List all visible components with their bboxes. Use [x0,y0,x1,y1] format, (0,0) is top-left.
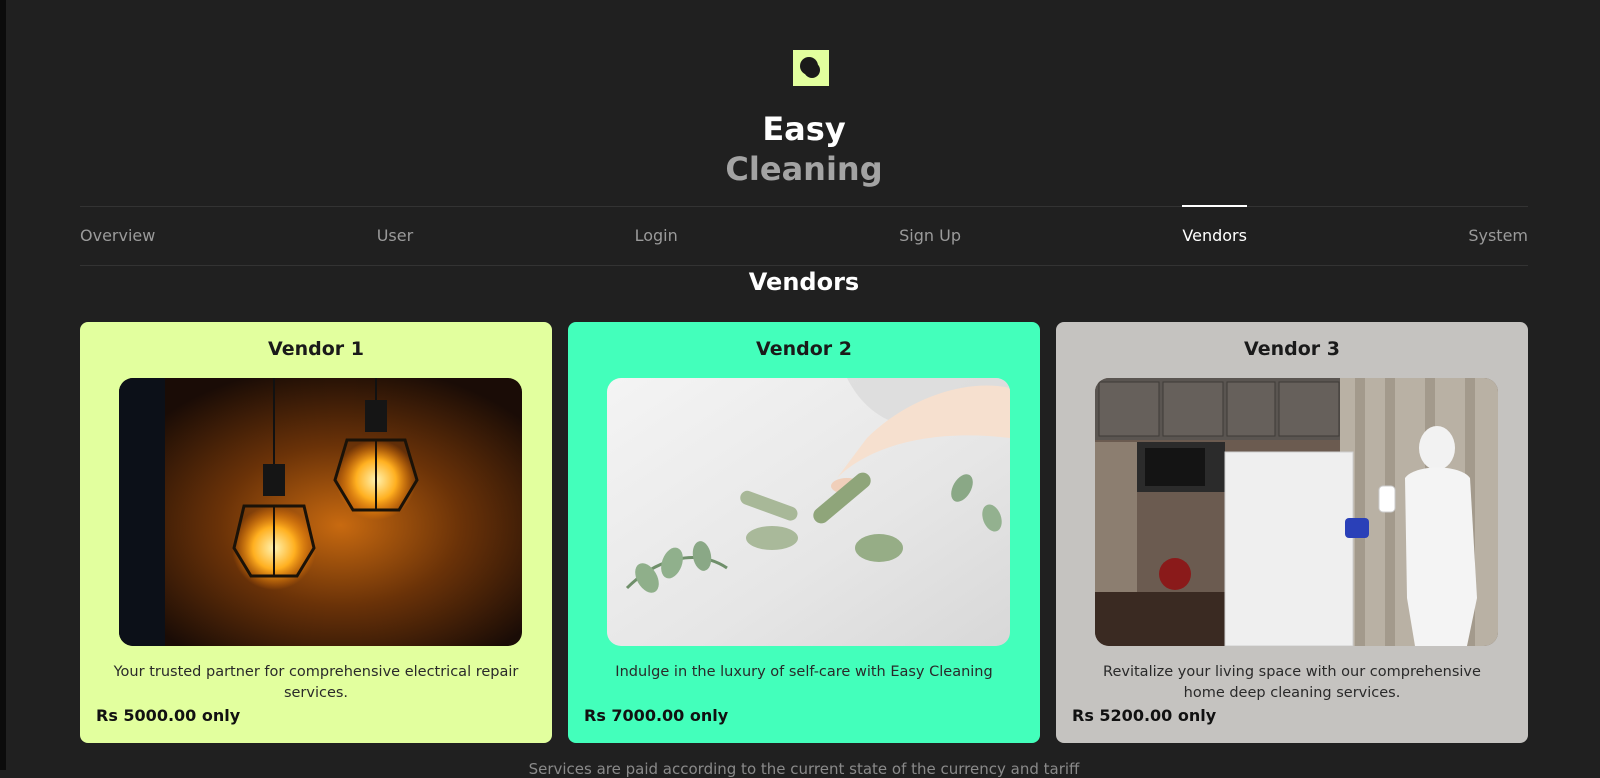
section-title: Vendors [748,268,860,296]
vendor-title: Vendor 3 [1244,338,1340,360]
tab-login[interactable]: Login [635,207,678,265]
main-nav: Overview User Login Sign Up Vendors Syst… [80,205,1528,266]
circles-logo-icon [793,50,829,86]
tab-sign-up[interactable]: Sign Up [899,207,961,265]
brand-subtitle: Cleaning [725,150,883,188]
vendor-card-1[interactable]: Vendor 1 Your trusted partner for compre… [80,322,552,743]
vendor-title: Vendor 1 [268,338,364,360]
vendor-card-3[interactable]: Vendor 3 Revitalize your living space wi… [1056,322,1528,743]
vendor-description: Your trusted partner for comprehensive e… [113,664,519,701]
window-edge [0,0,6,770]
vendor-cards: Vendor 1 Your trusted partner for compre… [80,322,1528,743]
vendor-title: Vendor 2 [756,338,852,360]
tab-overview[interactable]: Overview [80,207,155,265]
kitchen-cleaning-photo [1095,378,1498,646]
vendor-description: Revitalize your living space with our co… [1103,664,1481,701]
tab-system[interactable]: System [1468,207,1528,265]
vendor-description: Indulge in the luxury of self-care with … [615,664,993,680]
page: Easy Cleaning Overview User Login Sign U… [80,0,1528,778]
vendor-card-2[interactable]: Vendor 2 Indulge in the luxury of self-c… [568,322,1040,743]
vendor-price: Rs 7000.00 only [584,706,729,725]
vendor-price: Rs 5200.00 only [1072,706,1217,725]
facial-roller-photo [607,378,1010,646]
brand-title: Easy [762,110,846,148]
vendor-price: Rs 5000.00 only [96,706,241,725]
pendant-lamps-photo [119,378,522,646]
tab-user[interactable]: User [377,207,413,265]
footer-note: Services are paid according to the curre… [528,760,1080,778]
tab-vendors[interactable]: Vendors [1182,205,1247,265]
